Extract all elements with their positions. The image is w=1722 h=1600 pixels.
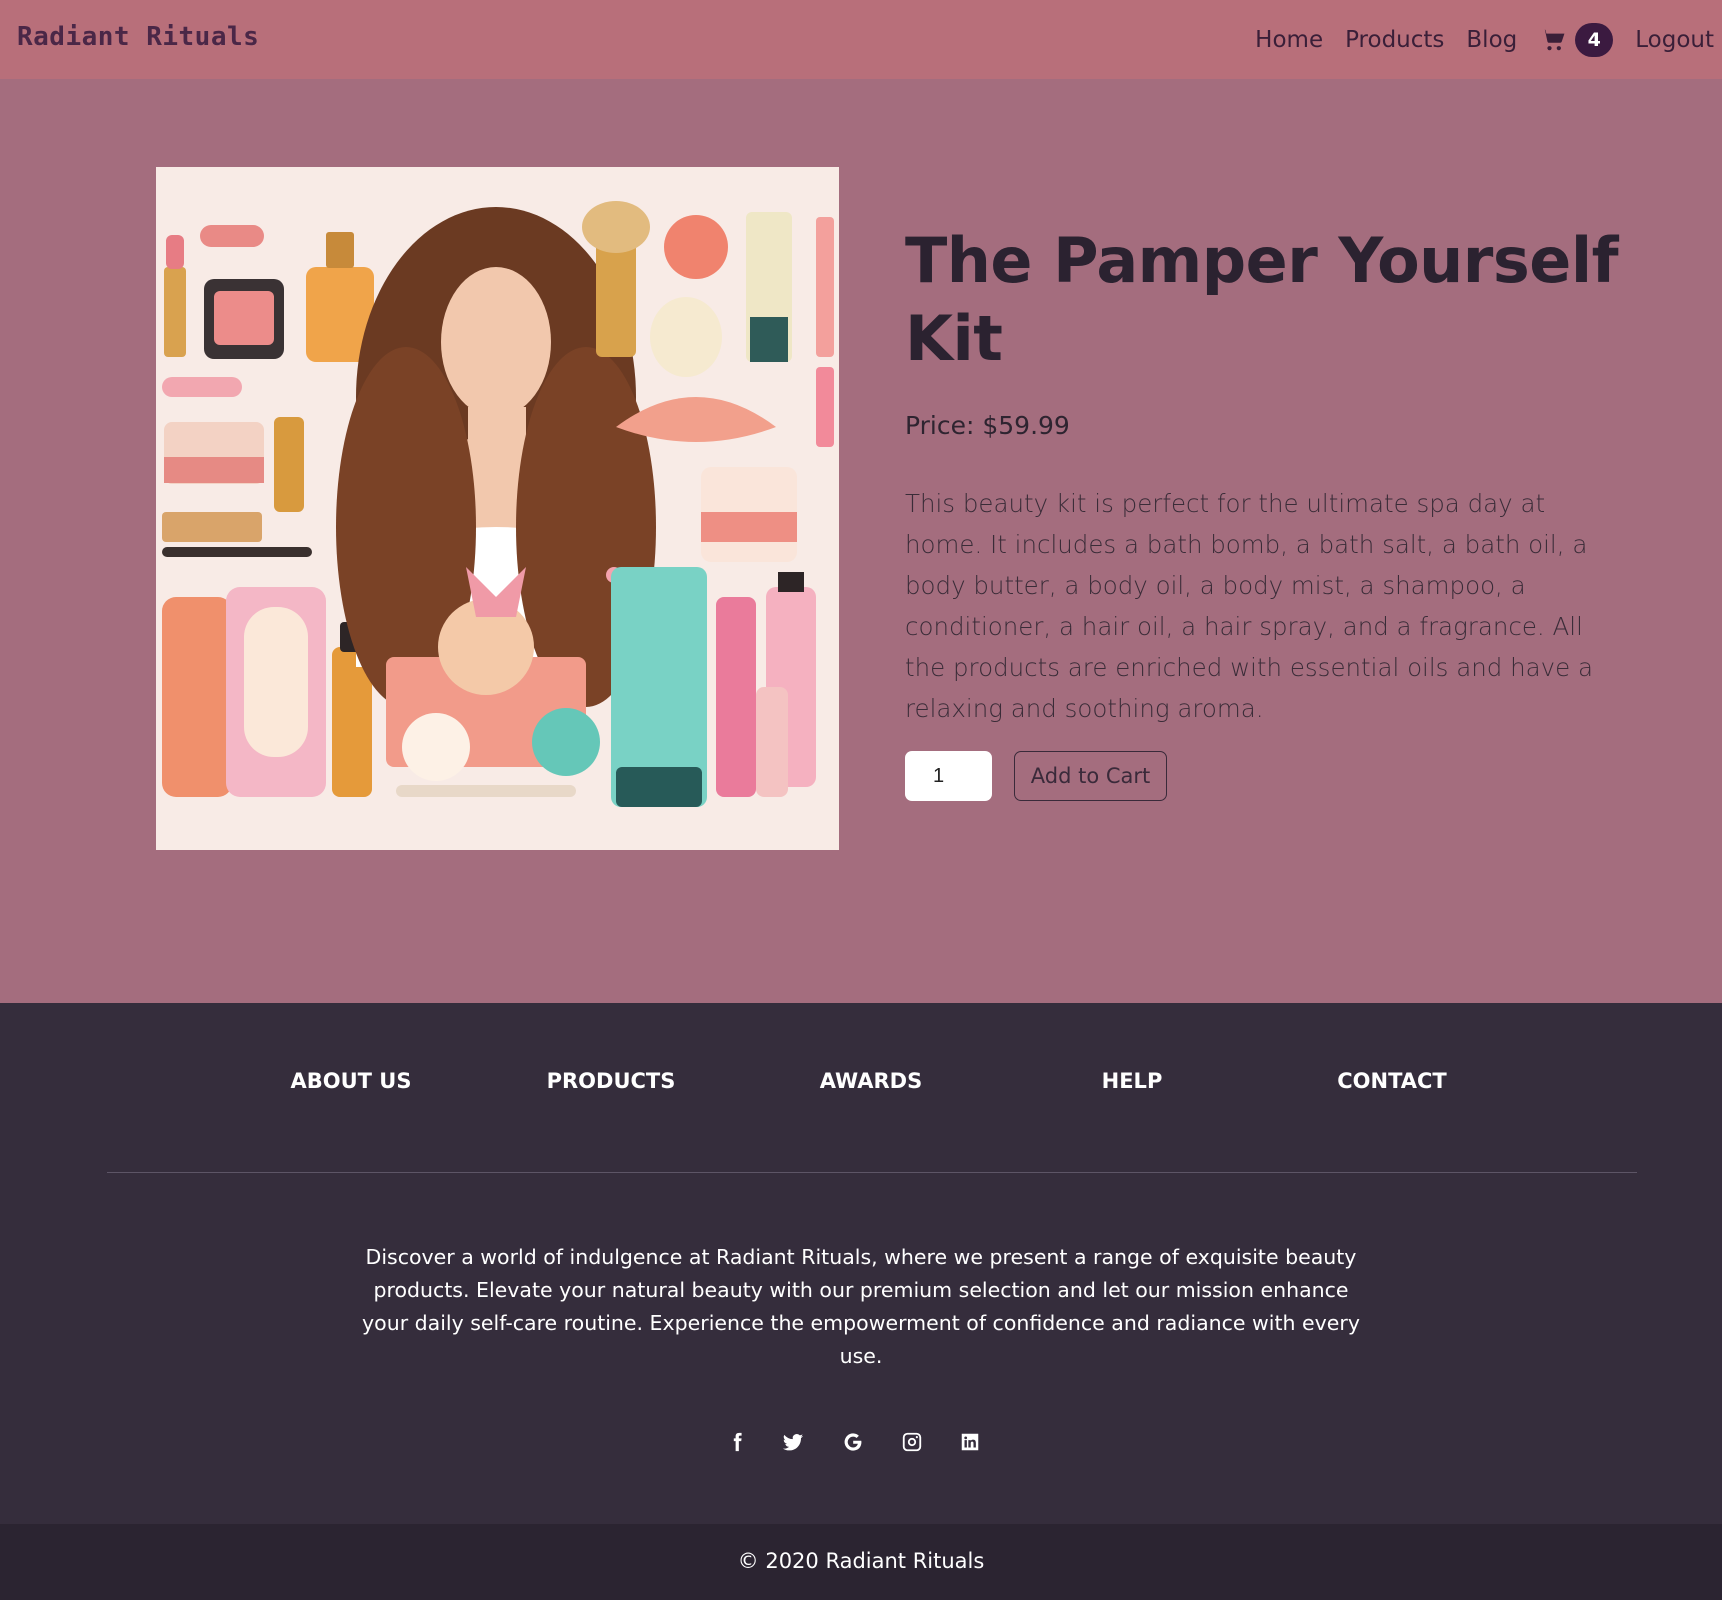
footer-nav: ABOUT US PRODUCTS AWARDS HELP CONTACT bbox=[0, 1069, 1722, 1099]
google-link[interactable] bbox=[838, 1427, 868, 1457]
nav-blog-link[interactable]: Blog bbox=[1466, 27, 1517, 53]
navbar: Radiant Rituals Home Products Blog 4 Log… bbox=[0, 0, 1722, 79]
nav-products-link[interactable]: Products bbox=[1345, 27, 1444, 53]
linkedin-link[interactable] bbox=[955, 1427, 985, 1457]
footer-link-about-us[interactable]: ABOUT US bbox=[251, 1069, 451, 1093]
facebook-icon bbox=[733, 1432, 742, 1452]
instagram-link[interactable] bbox=[897, 1427, 927, 1457]
facebook-link[interactable] bbox=[722, 1427, 752, 1457]
twitter-link[interactable] bbox=[778, 1427, 808, 1457]
copyright-text: © 2020 Radiant Rituals bbox=[737, 1549, 985, 1573]
footer-about-text: Discover a world of indulgence at Radian… bbox=[362, 1245, 1360, 1368]
instagram-icon bbox=[902, 1432, 922, 1452]
add-to-cart-button[interactable]: Add to Cart bbox=[1014, 751, 1167, 801]
footer-link-products[interactable]: PRODUCTS bbox=[511, 1069, 711, 1093]
footer-link-contact[interactable]: CONTACT bbox=[1292, 1069, 1492, 1093]
product-illustration bbox=[156, 167, 839, 850]
footer-link-awards[interactable]: AWARDS bbox=[771, 1069, 971, 1093]
linkedin-icon bbox=[961, 1433, 979, 1451]
shopping-cart-icon bbox=[1541, 29, 1565, 51]
product-title: The Pamper Yourself Kit bbox=[905, 224, 1619, 375]
footer-divider bbox=[107, 1172, 1637, 1173]
product-price: Price: $59.99 bbox=[905, 411, 1070, 440]
nav-home-link[interactable]: Home bbox=[1255, 27, 1323, 53]
cart-button[interactable]: 4 bbox=[1539, 23, 1614, 57]
google-icon bbox=[844, 1433, 862, 1451]
twitter-icon bbox=[782, 1434, 804, 1451]
brand-logo[interactable]: Radiant Rituals bbox=[17, 22, 259, 52]
footer-link-help[interactable]: HELP bbox=[1032, 1069, 1232, 1093]
product-image bbox=[156, 167, 839, 850]
nav-links: Home Products Blog 4 Logout bbox=[1233, 18, 1714, 62]
product-description: This beauty kit is perfect for the ultim… bbox=[905, 489, 1594, 723]
cart-count-badge: 4 bbox=[1575, 23, 1614, 57]
quantity-input[interactable] bbox=[905, 751, 992, 801]
nav-logout-link[interactable]: Logout bbox=[1635, 27, 1714, 53]
